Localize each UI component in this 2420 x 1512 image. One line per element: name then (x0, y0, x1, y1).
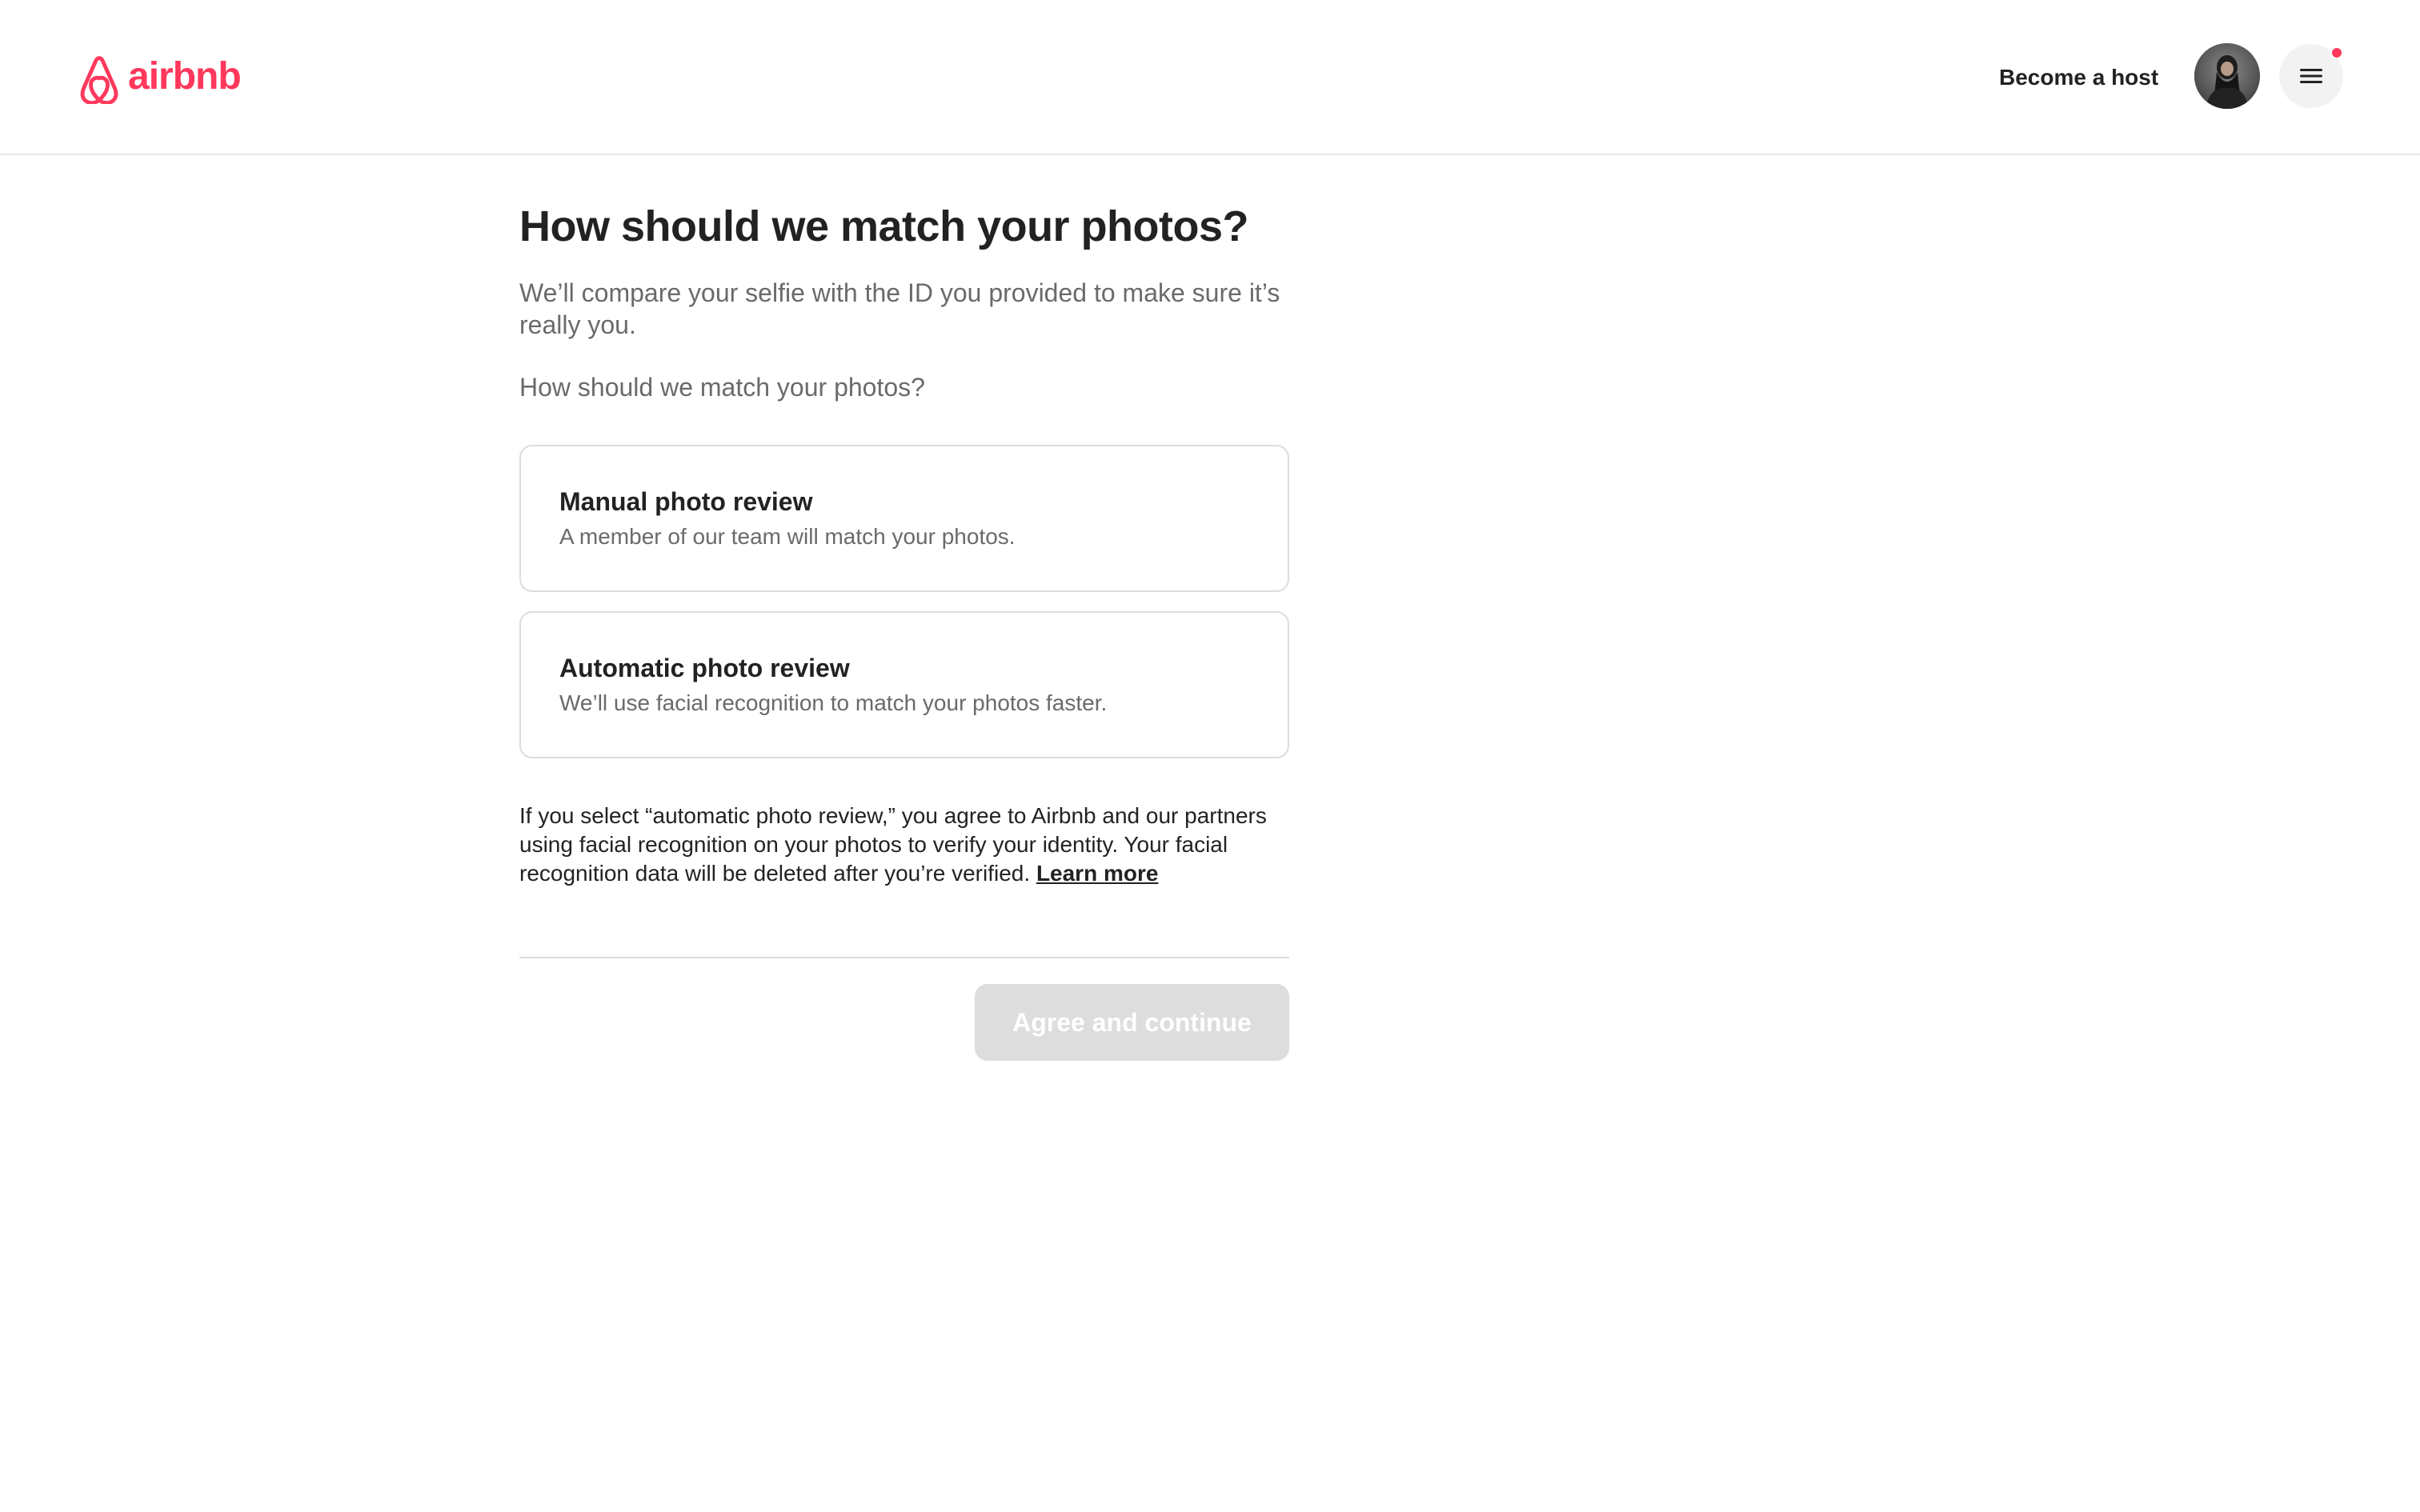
top-navigation-bar: airbnb Become a host (0, 0, 2420, 155)
notification-dot (2330, 46, 2343, 59)
become-a-host-link[interactable]: Become a host (1986, 48, 2171, 107)
page-subtitle: We’ll compare your selfie with the ID yo… (519, 278, 1280, 339)
avatar-image (2194, 43, 2260, 109)
option-title: Manual photo review (559, 487, 813, 516)
option-manual-photo-review[interactable]: Manual photo review A member of our team… (519, 445, 1289, 592)
main-menu-button[interactable] (2279, 44, 2343, 108)
airbnb-logo-link[interactable]: airbnb (75, 50, 242, 104)
divider (519, 957, 1289, 958)
option-description: We’ll use facial recognition to match yo… (559, 690, 1108, 715)
option-title: Automatic photo review (559, 654, 850, 682)
user-avatar[interactable] (2194, 43, 2260, 109)
agree-and-continue-button[interactable]: Agree and continue (975, 984, 1289, 1061)
option-automatic-photo-review[interactable]: Automatic photo review We’ll use facial … (519, 611, 1289, 758)
logo-wordmark: airbnb (128, 55, 242, 98)
option-description: A member of our team will match your pho… (559, 524, 1016, 549)
hamburger-menu-icon (2300, 69, 2322, 83)
learn-more-link[interactable]: Learn more (1036, 861, 1159, 886)
page-title: How should we match your photos? (519, 202, 1249, 250)
facial-recognition-disclaimer: If you select “automatic photo review,” … (519, 802, 1289, 888)
match-method-question: How should we match your photos? (519, 373, 925, 402)
airbnb-belo-icon (80, 56, 118, 104)
